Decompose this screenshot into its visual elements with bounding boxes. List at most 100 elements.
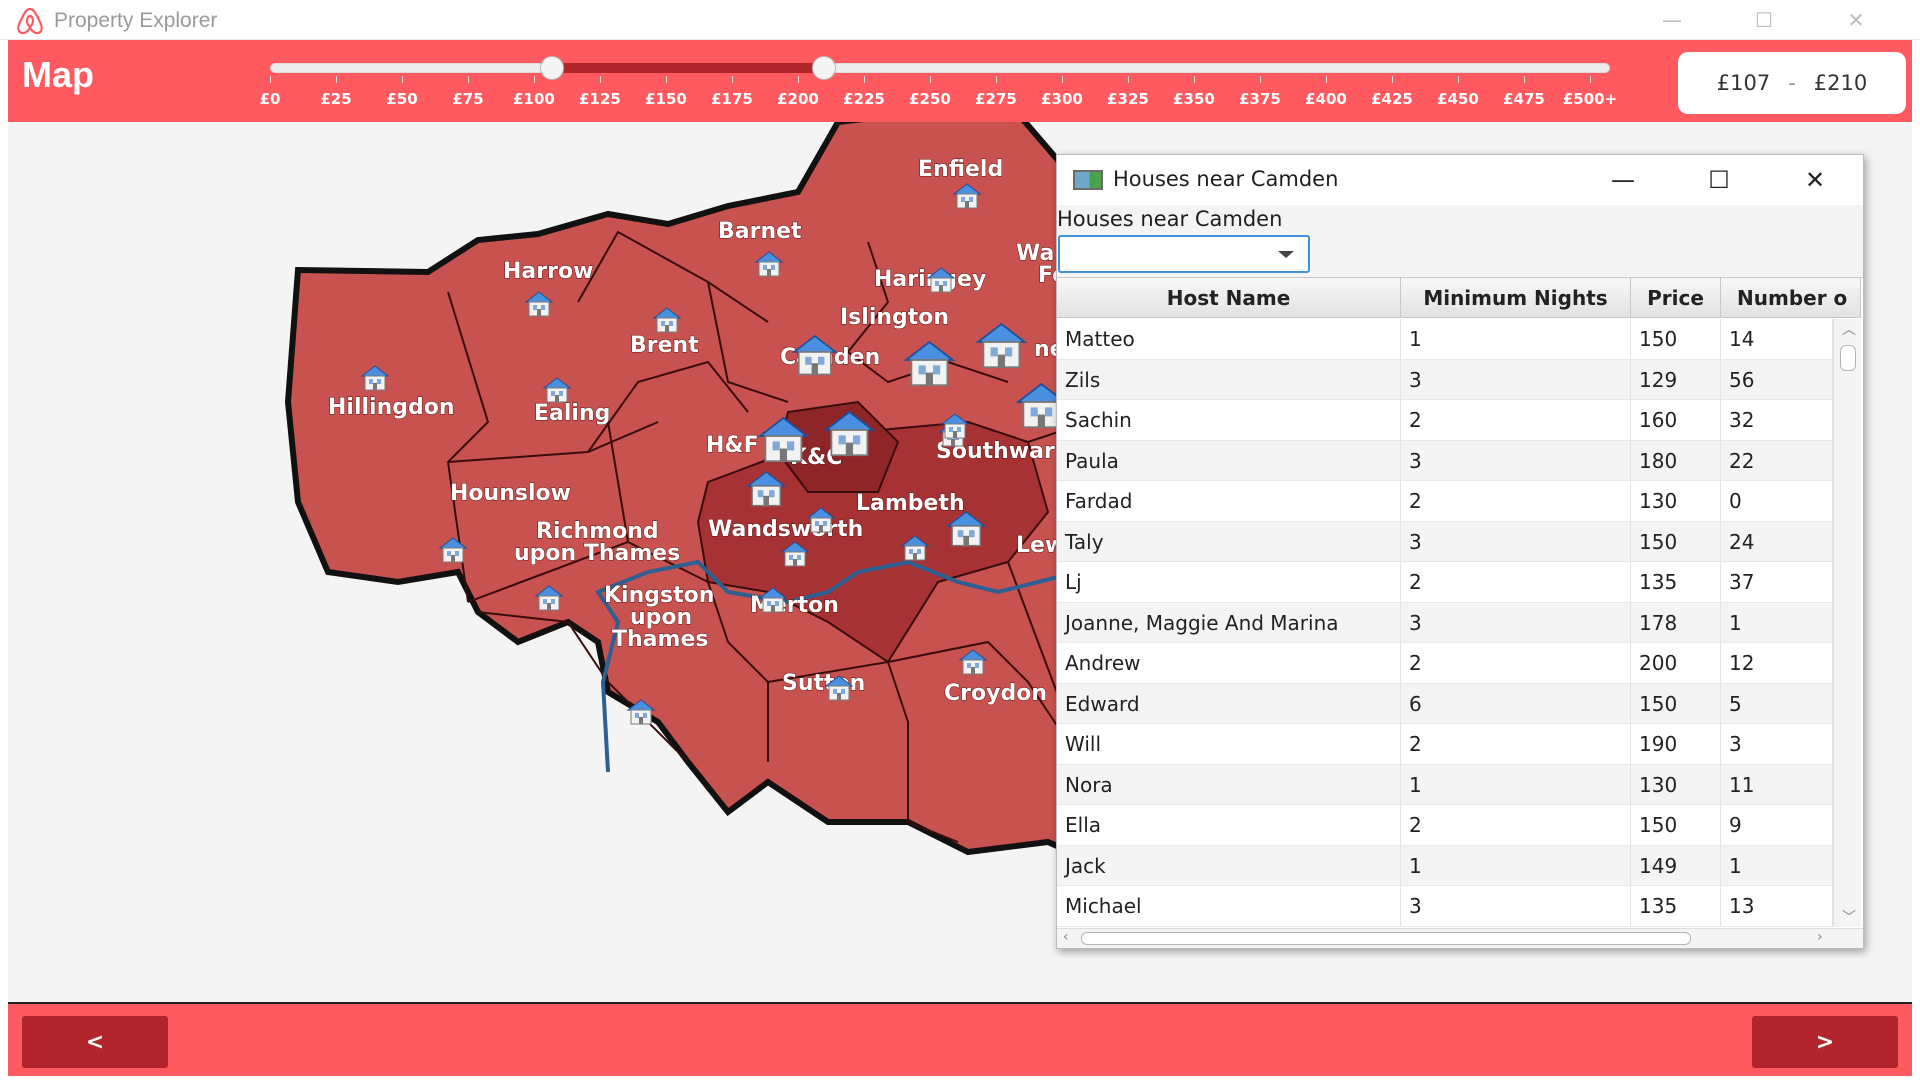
window-close-button[interactable]: ✕ [1810,0,1902,40]
borough-label-islington[interactable]: Islington [840,305,950,331]
cell-price: 180 [1631,440,1721,480]
scroll-up-icon[interactable]: ︿ [1842,319,1856,339]
slider-tick [1392,76,1393,83]
slider-tick-label: £125 [579,90,621,108]
slider-tick [336,76,337,83]
cell-minimum-nights: 3 [1401,359,1631,399]
price-range-slider[interactable]: £0 £25 £50 £75 £100 £125 £150 £175 £200 £225 £250 £… [258,52,1617,112]
borough-combo-box[interactable] [1058,235,1310,273]
table-row[interactable]: Ella 2 150 9 [1057,805,1833,846]
slider-tick-label: £475 [1503,90,1545,108]
borough-label-sutton[interactable]: Sutton [782,671,866,697]
scroll-left-icon[interactable]: ‹ [1063,929,1069,945]
cell-host-name: Michael [1057,886,1401,926]
table-row[interactable]: Edward 6 150 5 [1057,683,1833,724]
table-row[interactable]: Lj 2 135 37 [1057,562,1833,603]
cell-number-of: 56 [1721,359,1833,399]
table-row[interactable]: Andrew 2 200 12 [1057,643,1833,684]
popup-maximize-button[interactable]: ☐ [1671,155,1767,205]
table-row[interactable]: Fardad 2 130 0 [1057,481,1833,522]
price-range-display: £107 - £210 [1678,52,1906,114]
scroll-right-icon[interactable]: › [1817,929,1823,945]
prev-button[interactable]: < [22,1016,168,1068]
popup-minimize-button[interactable]: — [1575,155,1671,205]
vertical-scrollbar[interactable]: ︿ ﹀ [1833,319,1861,927]
airbnb-logo-icon [17,7,43,35]
borough-label-harrow[interactable]: Harrow [503,259,594,285]
column-header-host-name[interactable]: Host Name [1057,278,1401,318]
borough-label-brent[interactable]: Brent [630,333,700,359]
slider-tick-label: £350 [1173,90,1215,108]
houses-popup-window: Houses near Camden — ☐ ✕ Houses near Cam… [1056,154,1864,949]
table-row[interactable]: Sachin 2 160 32 [1057,400,1833,441]
window-title: Property Explorer [54,9,218,32]
cell-host-name: Will [1057,724,1401,764]
borough-label-hf[interactable]: H&F [706,433,760,459]
slider-tick-label: £450 [1437,90,1479,108]
page-title: Map [22,54,94,95]
slider-tick-label: £400 [1305,90,1347,108]
horizontal-scrollbar[interactable]: ‹ › [1057,928,1863,947]
table-row[interactable]: Taly 3 150 24 [1057,521,1833,562]
borough-label-wandsworth[interactable]: Wandsworth [708,517,864,543]
slider-tick [1128,76,1129,83]
slider-tick-label: £0 [259,90,281,108]
slider-tick [996,76,997,83]
borough-label-hillingdon[interactable]: Hillingdon [328,395,456,421]
slider-tick [402,76,403,83]
table-row[interactable]: Michael 3 135 13 [1057,886,1833,927]
vertical-scroll-thumb[interactable] [1840,345,1856,371]
slider-high-thumb[interactable] [812,56,837,80]
cell-number-of: 32 [1721,400,1833,440]
window-minimize-button[interactable]: — [1626,0,1718,40]
slider-tick-label: £50 [386,90,418,108]
borough-label-kingston-3[interactable]: Thames [612,627,709,653]
slider-tick-label: £150 [645,90,687,108]
table-row[interactable]: Joanne, Maggie And Marina 3 178 1 [1057,602,1833,643]
popup-title: Houses near Camden [1113,167,1339,191]
column-header-number-of[interactable]: Number o [1721,278,1861,318]
cell-minimum-nights: 3 [1401,886,1631,926]
popup-heading-label: Houses near Camden [1057,207,1283,231]
cell-price: 150 [1631,683,1721,723]
footer-bar: < > [8,1002,1912,1076]
slider-tick [798,76,799,83]
popup-close-button[interactable]: ✕ [1767,155,1863,205]
table-row[interactable]: Paula 3 180 22 [1057,440,1833,481]
borough-label-haringey[interactable]: Haringey [874,267,987,293]
borough-label-croydon[interactable]: Croydon [944,681,1048,707]
cell-host-name: Fardad [1057,481,1401,521]
cell-host-name: Jack [1057,845,1401,885]
scroll-down-icon[interactable]: ﹀ [1842,907,1856,927]
horizontal-scroll-thumb[interactable] [1081,932,1691,945]
borough-label-richmond-2[interactable]: upon Thames [514,541,681,567]
borough-label-lambeth[interactable]: Lambeth [856,491,966,517]
cell-host-name: Joanne, Maggie And Marina [1057,602,1401,642]
borough-label-barnet[interactable]: Barnet [718,219,803,245]
table-row[interactable]: Zils 3 129 56 [1057,359,1833,400]
slider-low-thumb[interactable] [540,56,565,80]
cell-number-of: 3 [1721,724,1833,764]
next-button[interactable]: > [1752,1016,1898,1068]
chevron-down-icon[interactable] [1278,251,1294,258]
table-body: Matteo 1 150 14 Zils 3 129 56 Sachin 2 160 32 Paula 3… [1057,319,1833,927]
borough-label-enfield[interactable]: Enfield [918,157,1004,183]
cell-minimum-nights: 2 [1401,400,1631,440]
price-separator: - [1788,71,1796,95]
table-row[interactable]: Will 2 190 3 [1057,724,1833,765]
column-header-price[interactable]: Price [1631,278,1721,318]
window-maximize-button[interactable]: ☐ [1718,0,1810,40]
slider-tick [666,76,667,83]
slider-tick-label: £375 [1239,90,1281,108]
borough-label-ealing[interactable]: Ealing [534,401,611,427]
column-header-minimum-nights[interactable]: Minimum Nights [1401,278,1631,318]
borough-label-hounslow[interactable]: Hounslow [450,481,572,507]
table-row[interactable]: Jack 1 149 1 [1057,845,1833,886]
cell-price: 178 [1631,602,1721,642]
slider-track[interactable] [270,63,1610,73]
cell-price: 129 [1631,359,1721,399]
slider-tick [1458,76,1459,83]
table-row[interactable]: Nora 1 130 11 [1057,764,1833,805]
price-max-value: £210 [1813,71,1868,95]
table-row[interactable]: Matteo 1 150 14 [1057,319,1833,360]
